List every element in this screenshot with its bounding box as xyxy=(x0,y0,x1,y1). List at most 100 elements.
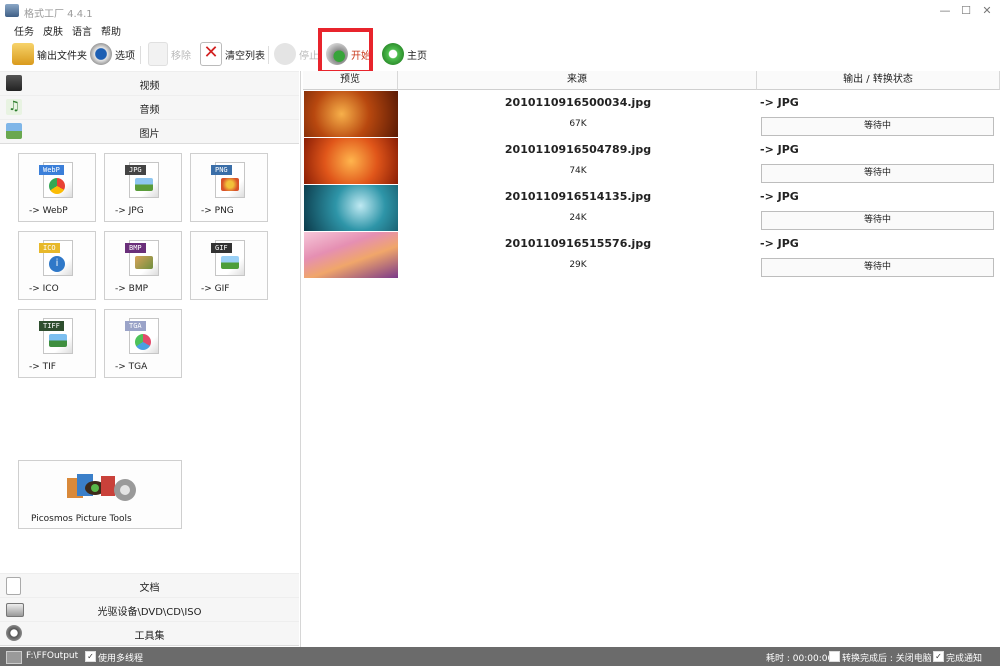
category-video[interactable]: 视频 xyxy=(0,71,299,96)
tile-label: -> JPG xyxy=(115,206,144,216)
category-audio[interactable]: ♫ 音频 xyxy=(0,95,299,120)
maximize-button[interactable]: ☐ xyxy=(959,4,973,18)
menu-language[interactable]: 语言 xyxy=(72,23,92,38)
tile-bmp[interactable]: BMP -> BMP xyxy=(104,231,182,300)
menu-skin[interactable]: 皮肤 xyxy=(43,23,63,38)
table-row[interactable]: 2010110916515576.jpg 29K -> JPG 等待中 xyxy=(303,232,1000,279)
shapes-icon xyxy=(135,334,151,350)
toolbar-separator xyxy=(268,46,269,64)
window-title: 格式工厂 4.4.1 xyxy=(24,9,93,20)
stop-icon xyxy=(274,43,296,65)
tile-label: -> BMP xyxy=(115,284,149,294)
category-image[interactable]: 图片 xyxy=(0,119,299,144)
tile-label: -> PNG xyxy=(201,206,234,216)
image-icon xyxy=(135,256,153,269)
table-row[interactable]: 2010110916504789.jpg 74K -> JPG 等待中 xyxy=(303,138,1000,185)
output-format: -> JPG xyxy=(760,190,799,203)
output-folder-button[interactable]: 输出文件夹 xyxy=(12,42,87,66)
title-bar: 格式工厂 4.4.1 — ☐ ✕ xyxy=(0,0,1000,22)
clear-list-button[interactable]: ✕ 清空列表 xyxy=(200,42,265,66)
column-source[interactable]: 来源 xyxy=(398,71,757,90)
category-optical[interactable]: 光驱设备\DVD\CD\ISO xyxy=(0,597,299,622)
minimize-button[interactable]: — xyxy=(938,4,952,18)
category-video-label: 视频 xyxy=(139,81,160,92)
status-bar: F:\FFOutput ✓ 使用多线程 耗时 : 00:00:00 转换完成后 … xyxy=(0,647,1000,666)
stop-button[interactable]: 停止 xyxy=(274,42,319,66)
tile-tag: WebP xyxy=(39,165,64,175)
status-button[interactable]: 等待中 xyxy=(761,164,994,183)
tile-tag: GIF xyxy=(211,243,232,253)
home-icon xyxy=(382,43,404,65)
file-size: 67K xyxy=(569,119,587,129)
options-button[interactable]: 选项 xyxy=(90,42,135,66)
file-name: 2010110916500034.jpg xyxy=(504,96,652,109)
toolbar-separator xyxy=(140,46,141,64)
tile-png[interactable]: PNG -> PNG xyxy=(190,153,268,222)
status-button[interactable]: 等待中 xyxy=(761,211,994,230)
after-done-label: 转换完成后 : 关闭电脑 xyxy=(842,654,932,664)
table-row[interactable]: 2010110916514135.jpg 24K -> JPG 等待中 xyxy=(303,185,1000,232)
output-folder-label: 输出文件夹 xyxy=(37,50,87,62)
tile-tag: PNG xyxy=(211,165,232,175)
remove-button[interactable]: 移除 xyxy=(148,42,191,66)
category-audio-label: 音频 xyxy=(139,105,160,116)
output-format: -> JPG xyxy=(760,96,799,109)
file-size: 29K xyxy=(569,260,587,270)
category-optical-label: 光驱设备\DVD\CD\ISO xyxy=(97,607,202,618)
tile-ico[interactable]: ICO i -> ICO xyxy=(18,231,96,300)
category-document-label: 文档 xyxy=(139,583,160,594)
tile-webp[interactable]: WebP -> WebP xyxy=(18,153,96,222)
image-format-grid: WebP -> WebP JPG -> JPG PNG -> PNG ICO i… xyxy=(0,145,299,573)
category-tools[interactable]: 工具集 xyxy=(0,621,299,646)
elapsed-time: 耗时 : 00:00:00 xyxy=(766,654,834,664)
tile-tga[interactable]: TGA -> TGA xyxy=(104,309,182,378)
after-done-checkbox[interactable] xyxy=(829,651,840,662)
tile-jpg[interactable]: JPG -> JPG xyxy=(104,153,182,222)
tile-tif[interactable]: TIFF -> TIF xyxy=(18,309,96,378)
preview-thumbnail xyxy=(304,232,398,278)
menu-help[interactable]: 帮助 xyxy=(101,23,121,38)
file-name: 2010110916515576.jpg xyxy=(504,237,652,250)
menu-bar: 任务 皮肤 语言 帮助 xyxy=(0,22,1000,38)
column-preview[interactable]: 预览 xyxy=(303,71,398,90)
category-document[interactable]: 文档 xyxy=(0,573,299,598)
toolbar: 输出文件夹 选项 移除 ✕ 清空列表 停止 开始 主页 xyxy=(0,38,1000,70)
file-name: 2010110916514135.jpg xyxy=(504,190,652,203)
multithread-checkbox[interactable]: ✓ xyxy=(85,651,96,662)
picosmos-icon xyxy=(65,472,139,504)
home-button[interactable]: 主页 xyxy=(382,42,427,66)
app-icon xyxy=(5,4,19,17)
status-button[interactable]: 等待中 xyxy=(761,117,994,136)
clear-list-label: 清空列表 xyxy=(225,50,265,62)
landscape-icon xyxy=(221,256,239,269)
file-list: 预览 来源 输出 / 转换状态 2010110916500034.jpg 67K… xyxy=(303,71,1000,647)
tile-label: -> GIF xyxy=(201,284,230,294)
options-label: 选项 xyxy=(115,50,135,62)
table-row[interactable]: 2010110916500034.jpg 67K -> JPG 等待中 xyxy=(303,91,1000,138)
start-highlight-box xyxy=(318,28,373,74)
category-tools-label: 工具集 xyxy=(134,631,165,642)
preview-thumbnail xyxy=(304,138,398,184)
landscape-icon xyxy=(49,334,67,347)
status-button[interactable]: 等待中 xyxy=(761,258,994,277)
output-format: -> JPG xyxy=(760,143,799,156)
gear-icon xyxy=(90,43,112,65)
column-output[interactable]: 输出 / 转换状态 xyxy=(757,71,1000,90)
tile-picosmos[interactable]: Picosmos Picture Tools xyxy=(18,460,182,529)
flower-icon xyxy=(221,178,239,191)
multithread-label: 使用多线程 xyxy=(98,654,144,664)
tile-gif[interactable]: GIF -> GIF xyxy=(190,231,268,300)
menu-task[interactable]: 任务 xyxy=(14,23,34,38)
tile-label: -> ICO xyxy=(29,284,59,294)
folder-icon xyxy=(12,43,34,65)
category-image-label: 图片 xyxy=(139,129,160,140)
file-size: 24K xyxy=(569,213,587,223)
tile-tag: BMP xyxy=(125,243,146,253)
output-path[interactable]: F:\FFOutput xyxy=(26,651,78,661)
tile-tag: JPG xyxy=(125,165,146,175)
file-name: 2010110916504789.jpg xyxy=(504,143,652,156)
tile-label: -> TGA xyxy=(115,362,148,372)
notify-checkbox[interactable]: ✓ xyxy=(933,651,944,662)
close-button[interactable]: ✕ xyxy=(980,4,994,18)
info-icon: i xyxy=(49,256,65,272)
